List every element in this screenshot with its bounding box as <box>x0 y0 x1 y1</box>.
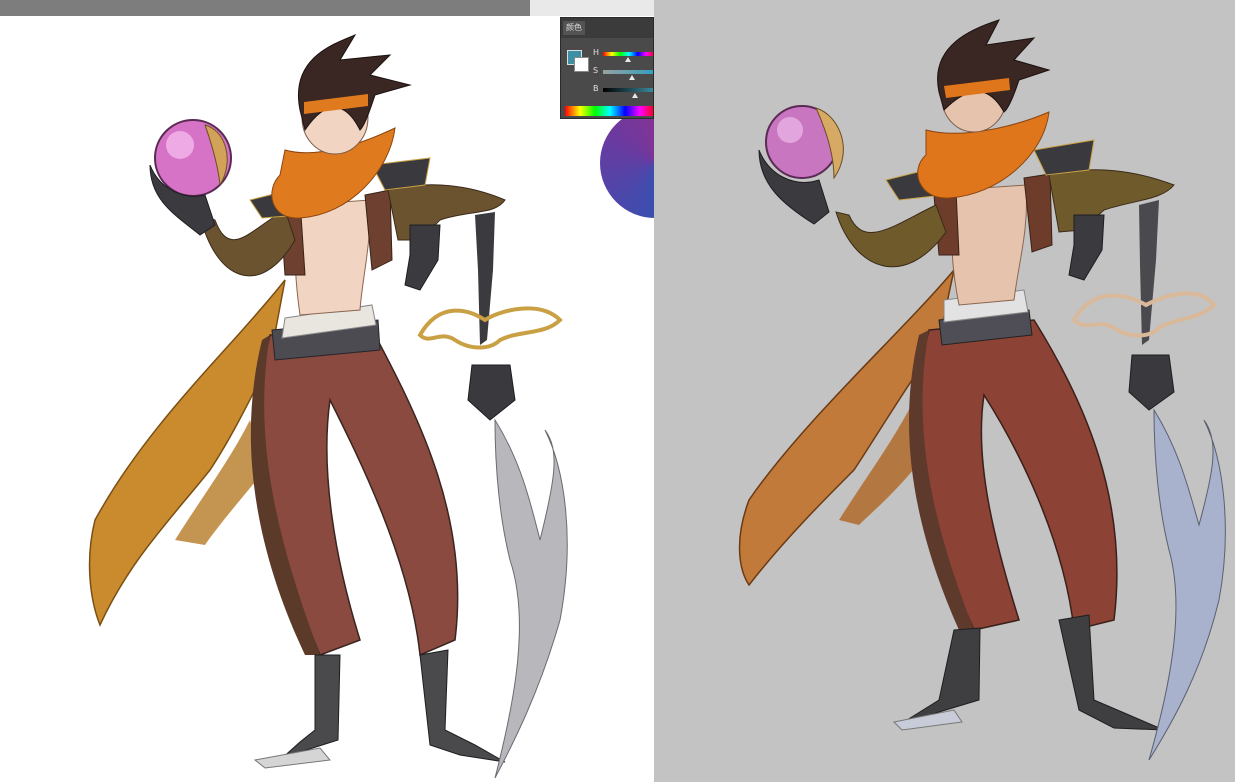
brightness-slider-knob[interactable] <box>631 93 638 98</box>
colored-canvas[interactable] <box>654 0 1235 782</box>
character-lineart-illustration <box>88 33 568 779</box>
hue-slider[interactable] <box>603 52 653 56</box>
brightness-slider[interactable] <box>603 88 653 92</box>
saturation-label: S <box>593 66 599 75</box>
color-spectrum-bar[interactable] <box>565 106 653 116</box>
lineart-canvas[interactable] <box>0 0 654 782</box>
title-bar <box>0 0 530 16</box>
saturation-slider[interactable] <box>603 70 653 74</box>
color-panel-tab[interactable]: 颜色 <box>563 21 585 35</box>
brightness-label: B <box>593 84 599 93</box>
saturation-slider-knob[interactable] <box>629 75 636 80</box>
color-panel-header: 颜色 <box>561 18 653 38</box>
hue-label: H <box>593 48 600 57</box>
hue-slider-knob[interactable] <box>625 57 632 62</box>
background-color-swatch[interactable] <box>574 57 589 72</box>
character-colored-illustration <box>738 19 1226 761</box>
color-panel: 颜色 H S B <box>560 17 654 119</box>
title-bar-tab-area <box>530 0 654 16</box>
